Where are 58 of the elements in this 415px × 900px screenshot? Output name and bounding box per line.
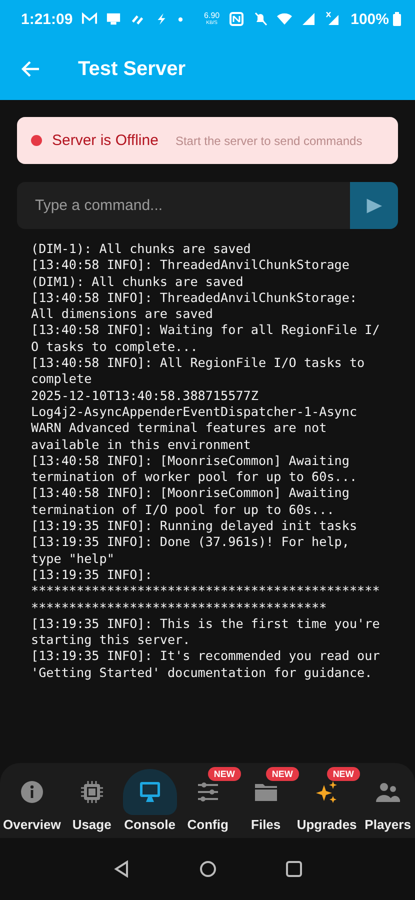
status-label: Server is Offline	[52, 132, 158, 149]
console-line: termination of I/O pool for up to 60s...	[31, 502, 334, 518]
console-line: [13:19:35 INFO]: It's recommended you read our	[31, 648, 380, 665]
console-line: WARN Advanced terminal features are not	[31, 420, 327, 437]
bell-off-icon	[252, 12, 268, 26]
screen-title: Test Server	[78, 58, 186, 80]
recents-icon[interactable]	[284, 859, 304, 879]
new-badge: NEW	[208, 767, 241, 781]
battery-level: 100%	[350, 10, 389, 28]
clock-time: 1:21:09	[21, 10, 73, 28]
new-badge: NEW	[266, 767, 299, 781]
send-icon	[365, 196, 383, 214]
console-line: termination of worker pool for up to 60s...	[31, 469, 358, 486]
console-line: **********************************************	[31, 583, 380, 600]
console-line: [13:40:58 INFO]: [MoonriseCommon] Awaiting	[31, 485, 350, 502]
signal-icon	[300, 12, 316, 26]
people-icon	[376, 780, 400, 804]
console-line: 2025-12-10T13:40:58.388715577Z	[31, 388, 258, 404]
console-line: All dimensions are saved	[31, 306, 213, 322]
nfc-icon	[228, 12, 244, 26]
status-hint: Start the server to send commands	[175, 134, 362, 148]
console-line: Log4j2-AsyncAppenderEventDispatcher-1-Async	[31, 404, 358, 420]
console-line: [13:40:58 INFO]: Waiting for all RegionFile I/	[31, 322, 380, 339]
console-line: [13:40:58 INFO]: [MoonriseCommon] Awaiting	[31, 452, 350, 470]
console-line: [13:19:35 INFO]: This is the first time you're	[31, 616, 380, 632]
new-badge: NEW	[326, 767, 360, 781]
send-button[interactable]	[350, 182, 398, 229]
console-line: [13:19:35 INFO]: Done (37.961s)! For help,	[31, 534, 350, 551]
sliders-icon	[196, 780, 220, 804]
mail-icon	[82, 12, 97, 26]
console-line: [13:40:58 INFO]: All RegionFile I/O tasks to	[31, 355, 365, 372]
net-speed: 6.90	[204, 12, 220, 20]
console-line: 'Getting Started' documentation for guidance.	[31, 664, 372, 682]
console-line: ***************************************	[31, 600, 327, 616]
battery-icon	[393, 12, 401, 26]
console-line: available in this environment	[31, 436, 251, 453]
console-line: [13:40:58 INFO]: ThreadedAnvilChunkStorage	[31, 257, 350, 274]
console-line: [13:19:35 INFO]: Running delayed init tasks	[31, 518, 358, 534]
screen-share-icon	[106, 12, 121, 26]
console-line: O tasks to complete...	[31, 338, 198, 356]
monitor-icon	[138, 780, 162, 804]
info-icon	[20, 780, 44, 804]
console-line: type "help"	[31, 550, 114, 567]
console-line: [13:19:35 INFO]:	[31, 566, 152, 584]
console-line: (DIM1): All chunks are saved	[31, 274, 244, 290]
nav-tab[interactable]: Overview	[1, 763, 63, 838]
wifi-icon	[276, 12, 292, 26]
signal-icon	[324, 12, 340, 26]
sparkles-icon	[314, 780, 339, 804]
home-icon[interactable]	[198, 859, 218, 879]
console-line: [13:40:58 INFO]: ThreadedAnvilChunkStorage:	[31, 290, 358, 306]
console-line: (DIM-1): All chunks are saved	[31, 241, 251, 258]
dot-icon	[178, 16, 183, 22]
console-line: starting this server.	[31, 632, 190, 648]
nav-tab[interactable]: Usage	[62, 763, 121, 838]
nav-tab[interactable]: Players	[358, 763, 415, 838]
console-line: complete	[31, 371, 92, 388]
chip-icon	[80, 780, 104, 804]
